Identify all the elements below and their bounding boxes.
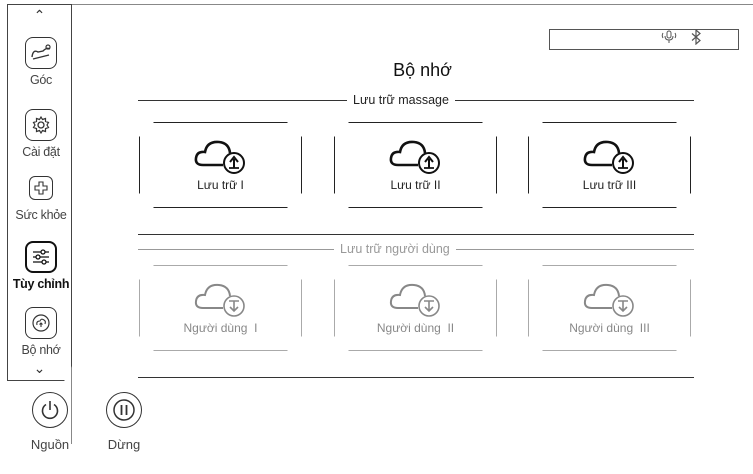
voice-mic-icon	[660, 29, 678, 50]
pause-label: Dừng	[107, 437, 141, 452]
power-label: Nguồn	[30, 437, 70, 452]
pause-control[interactable]: Dừng	[94, 392, 154, 452]
cloud-download-icon	[388, 278, 444, 323]
sidebar-item-health[interactable]: Sức khỏe	[8, 176, 72, 222]
power-control[interactable]: Nguồn	[20, 392, 80, 452]
sidebar-item-settings[interactable]: Cài đặt	[8, 109, 72, 159]
storage-card-3[interactable]: Lưu trữ III	[528, 122, 691, 208]
storage-section-label: Lưu trữ massage	[347, 93, 455, 107]
section-separator	[138, 234, 694, 236]
user-card-3[interactable]: Người dùng III	[528, 265, 691, 351]
gear-icon	[25, 109, 57, 141]
sidebar-item-memory[interactable]: Bộ nhớ	[8, 307, 72, 357]
sidebar-item-custom[interactable]: Tùy chỉnh	[8, 241, 72, 291]
user-section-label: Lưu trữ người dùng	[334, 242, 456, 256]
user-card-label: Người dùng III	[569, 321, 650, 335]
health-plus-icon	[29, 176, 53, 200]
cloud-download-icon	[582, 278, 638, 323]
storage-card-label: Lưu trữ II	[390, 178, 441, 192]
storage-card-label: Lưu trữ I	[197, 178, 244, 192]
scroll-up-chevron-icon[interactable]: ⌃	[8, 7, 71, 24]
bottom-divider	[138, 377, 694, 379]
sidebar-item-label: Bộ nhớ	[21, 343, 61, 357]
cloud-download-icon	[193, 278, 249, 323]
sidebar-item-label: Tùy chỉnh	[12, 277, 70, 291]
status-bar	[549, 28, 739, 50]
pause-icon[interactable]	[106, 392, 142, 428]
storage-card-label: Lưu trữ III	[582, 178, 637, 192]
sidebar-item-label: Sức khỏe	[15, 208, 67, 222]
bluetooth-icon	[690, 28, 702, 50]
user-card-label: Người dùng I	[183, 321, 258, 335]
cloud-upload-icon	[193, 135, 249, 180]
user-card-1[interactable]: Người dùng I	[139, 265, 302, 351]
sidebar-item-label: Cài đặt	[22, 145, 60, 159]
storage-card-1[interactable]: Lưu trữ I	[139, 122, 302, 208]
cloud-upload-icon	[582, 135, 638, 180]
memory-cloud-icon	[25, 307, 57, 339]
storage-card-2[interactable]: Lưu trữ II	[334, 122, 497, 208]
frame-top-border	[71, 4, 753, 5]
sliders-icon	[25, 241, 57, 273]
power-icon[interactable]	[32, 392, 68, 428]
user-card-2[interactable]: Người dùng II	[334, 265, 497, 351]
scroll-down-chevron-icon[interactable]: ⌄	[8, 360, 71, 377]
cloud-upload-icon	[388, 135, 444, 180]
user-card-label: Người dùng II	[376, 321, 455, 335]
page-title: Bộ nhớ	[393, 60, 452, 80]
